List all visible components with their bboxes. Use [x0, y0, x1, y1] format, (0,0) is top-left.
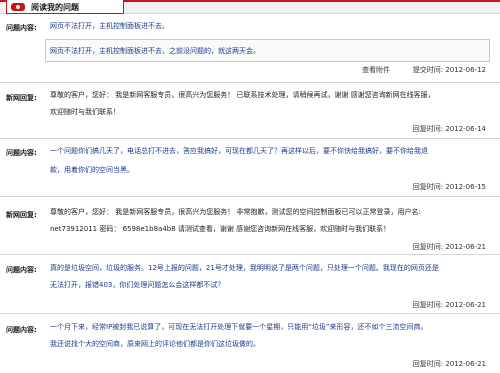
question-block-4: 问题内容: 一个月下来，经常IP被封我已说算了，可现在无法打开处理下就要一个星期… — [0, 317, 500, 371]
header-bar: 阅读我的问题 — [0, 0, 500, 14]
reply-label: 新网回复: — [6, 94, 37, 102]
question-line: 款，用着你们的空间当黑。 — [50, 166, 134, 174]
reply-block-2: 新网回复: 尊敬的客户，您好： 我是新网客服专员，很高兴为您服务！ 非常抱歉，测… — [0, 202, 500, 256]
reply-line: 尊敬的客户，您好： 我是新网客服专员，很高兴为您服务！ 已联系技术处理，请稍候再… — [50, 91, 435, 99]
reply-line: 尊敬的客户，您好： 我是新网客服专员，很高兴为您服务！ 非常抱歉，测试您的空间控… — [50, 208, 421, 216]
page-title: 阅读我的问题 — [31, 3, 79, 12]
question-line: 一个问题你们搞几天了，电话总打不进去，答应我搞好，可现在都几天了？再这样以后，要… — [50, 147, 428, 155]
divider — [0, 82, 500, 83]
question-line: 一个月下来，经常IP被封我已说算了，可现在无法打开处理下就要一个星期，只能用“垃… — [50, 323, 428, 331]
question-detail-box: 网页不法打开，主机控制面板进不去，之前没问题的，就这两天会。 — [45, 39, 490, 62]
question-label: 问题内容: — [6, 266, 37, 274]
reply-line: 欢迎随时与我们联系！ — [50, 108, 120, 116]
question-label: 问题内容: — [6, 149, 37, 157]
reply-time: 回复时间: 2012-06-15 — [412, 183, 486, 191]
question-title: 网页不法打开，主机控制面板进不去。 — [50, 22, 169, 30]
reply-time: 回复时间: 2012-06-21 — [412, 243, 486, 251]
reply-time: 回复时间: 2012-06-21 — [412, 301, 486, 309]
reply-time: 回复时间: 2012-06-21 — [412, 360, 486, 368]
question-line: 无法打开，报错403，你们处理问题怎么会这样都不试？ — [50, 281, 225, 289]
divider — [0, 138, 500, 139]
question-block-3: 问题内容: 真的是垃圾空间，垃圾的服务。12号上报的问题，21号才处理，我明明说… — [0, 258, 500, 310]
question-block-1: 问题内容: 网页不法打开，主机控制面板进不去。 网页不法打开，主机控制面板进不去… — [0, 18, 500, 80]
reply-time: 回复时间: 2012-06-14 — [412, 125, 486, 133]
question-detail: 网页不法打开，主机控制面板进不去，之前没问题的，就这两天会。 — [50, 47, 260, 55]
divider — [0, 254, 500, 255]
view-attachment-link[interactable]: 查看附件 — [362, 65, 390, 75]
question-label: 问题内容: — [6, 326, 37, 334]
divider — [0, 313, 500, 314]
reply-block-1: 新网回复: 尊敬的客户，您好： 我是新网客服专员，很高兴为您服务！ 已联系技术处… — [0, 86, 500, 136]
tab-my-questions[interactable]: 阅读我的问题 — [6, 0, 124, 14]
speaker-icon — [11, 3, 25, 11]
reply-line: net73912011 密码： 6598e1b8a4b8 请测试查看，谢谢 感谢… — [50, 225, 391, 233]
question-line: 我还说找个大的空间商，原来网上的评论他们都是你们这垃圾做的。 — [50, 340, 260, 348]
reply-label: 新网回复: — [6, 211, 37, 219]
question-block-2: 问题内容: 一个问题你们搞几天了，电话总打不进去，答应我搞好，可现在都几天了？再… — [0, 142, 500, 192]
question-line: 真的是垃圾空间，垃圾的服务。12号上报的问题，21号才处理，我明明说了是两个问题… — [50, 264, 439, 272]
divider — [0, 196, 500, 197]
question-label: 问题内容: — [6, 24, 37, 32]
submit-time: 提交时间: 2012-06-12 — [412, 66, 486, 74]
